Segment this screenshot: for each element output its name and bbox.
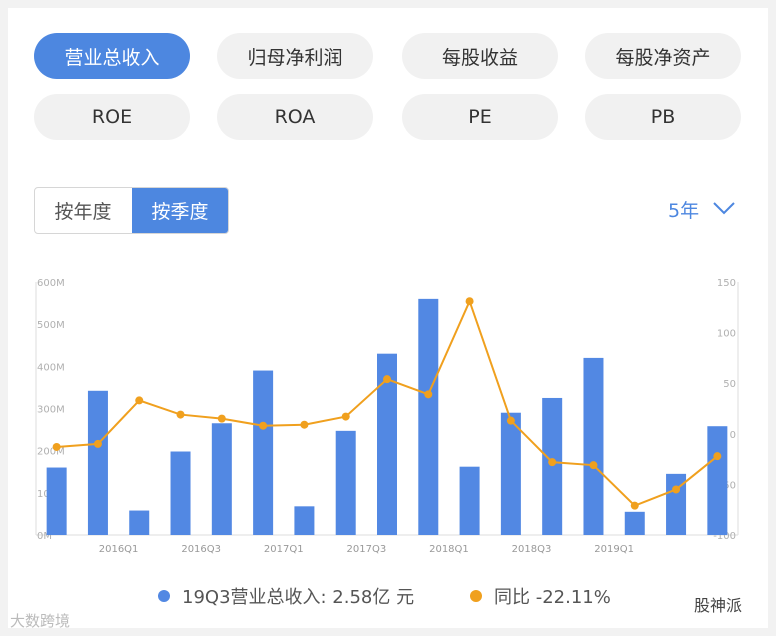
yoy-point [52, 442, 61, 451]
legend-revenue-text: 19Q3营业总收入: 2.58亿 元 [182, 587, 415, 608]
legend-yoy-text: 同比 -22.11% [494, 587, 611, 608]
bar [335, 430, 356, 535]
bar [253, 370, 274, 535]
right-tick-label: 100 [717, 329, 736, 340]
x-tick-label: 2016Q3 [181, 544, 221, 555]
yoy-point [135, 396, 144, 405]
x-tick-label: 2019Q1 [594, 544, 634, 555]
bar [583, 357, 604, 535]
yoy-point [176, 410, 185, 419]
watermark-left: 大数跨境 [10, 612, 71, 630]
bar [211, 423, 232, 535]
legend-yoy-dot [470, 590, 482, 602]
yoy-point [630, 501, 639, 510]
bar [170, 451, 191, 535]
yoy-point [589, 461, 598, 470]
left-tick-label: 400M [37, 362, 65, 373]
bar [500, 412, 521, 535]
x-tick-label: 2018Q1 [429, 544, 469, 555]
yoy-point [93, 439, 102, 448]
left-tick-label: 500M [37, 320, 65, 331]
bar [129, 510, 150, 535]
bar [707, 426, 728, 535]
x-tick-label: 2017Q1 [264, 544, 304, 555]
bar [87, 390, 108, 535]
yoy-point [300, 420, 309, 429]
yoy-point [713, 452, 722, 461]
x-tick-label: 2018Q3 [512, 544, 552, 555]
yoy-point [465, 297, 474, 306]
right-tick-label: 50 [723, 379, 736, 390]
left-tick-label: 300M [37, 405, 65, 416]
yoy-point [217, 414, 226, 423]
revenue-chart: 0M100M200M300M400M500M600M-100-500501001… [35, 278, 739, 555]
right-tick-label: 150 [717, 278, 736, 289]
legend-revenue-dot [158, 590, 170, 602]
legend-yoy: 同比 -22.11% [470, 583, 611, 609]
right-tick-label: 0 [730, 430, 736, 441]
yoy-point [506, 416, 515, 425]
bar [294, 506, 315, 535]
bar [624, 511, 645, 535]
yoy-point [341, 412, 350, 421]
yoy-point [548, 458, 557, 467]
yoy-point [672, 485, 681, 494]
x-tick-label: 2016Q1 [99, 544, 139, 555]
yoy-point [259, 421, 268, 430]
bar [46, 467, 67, 535]
x-tick-label: 2017Q3 [347, 544, 387, 555]
left-tick-label: 200M [37, 447, 65, 458]
yoy-point [424, 390, 433, 399]
bar [418, 298, 439, 535]
bar [542, 397, 563, 535]
yoy-point [383, 375, 391, 384]
watermark-right: 股神派 [694, 596, 743, 615]
left-tick-label: 600M [37, 278, 65, 289]
legend-revenue: 19Q3营业总收入: 2.58亿 元 [158, 583, 414, 609]
bar [459, 466, 480, 535]
